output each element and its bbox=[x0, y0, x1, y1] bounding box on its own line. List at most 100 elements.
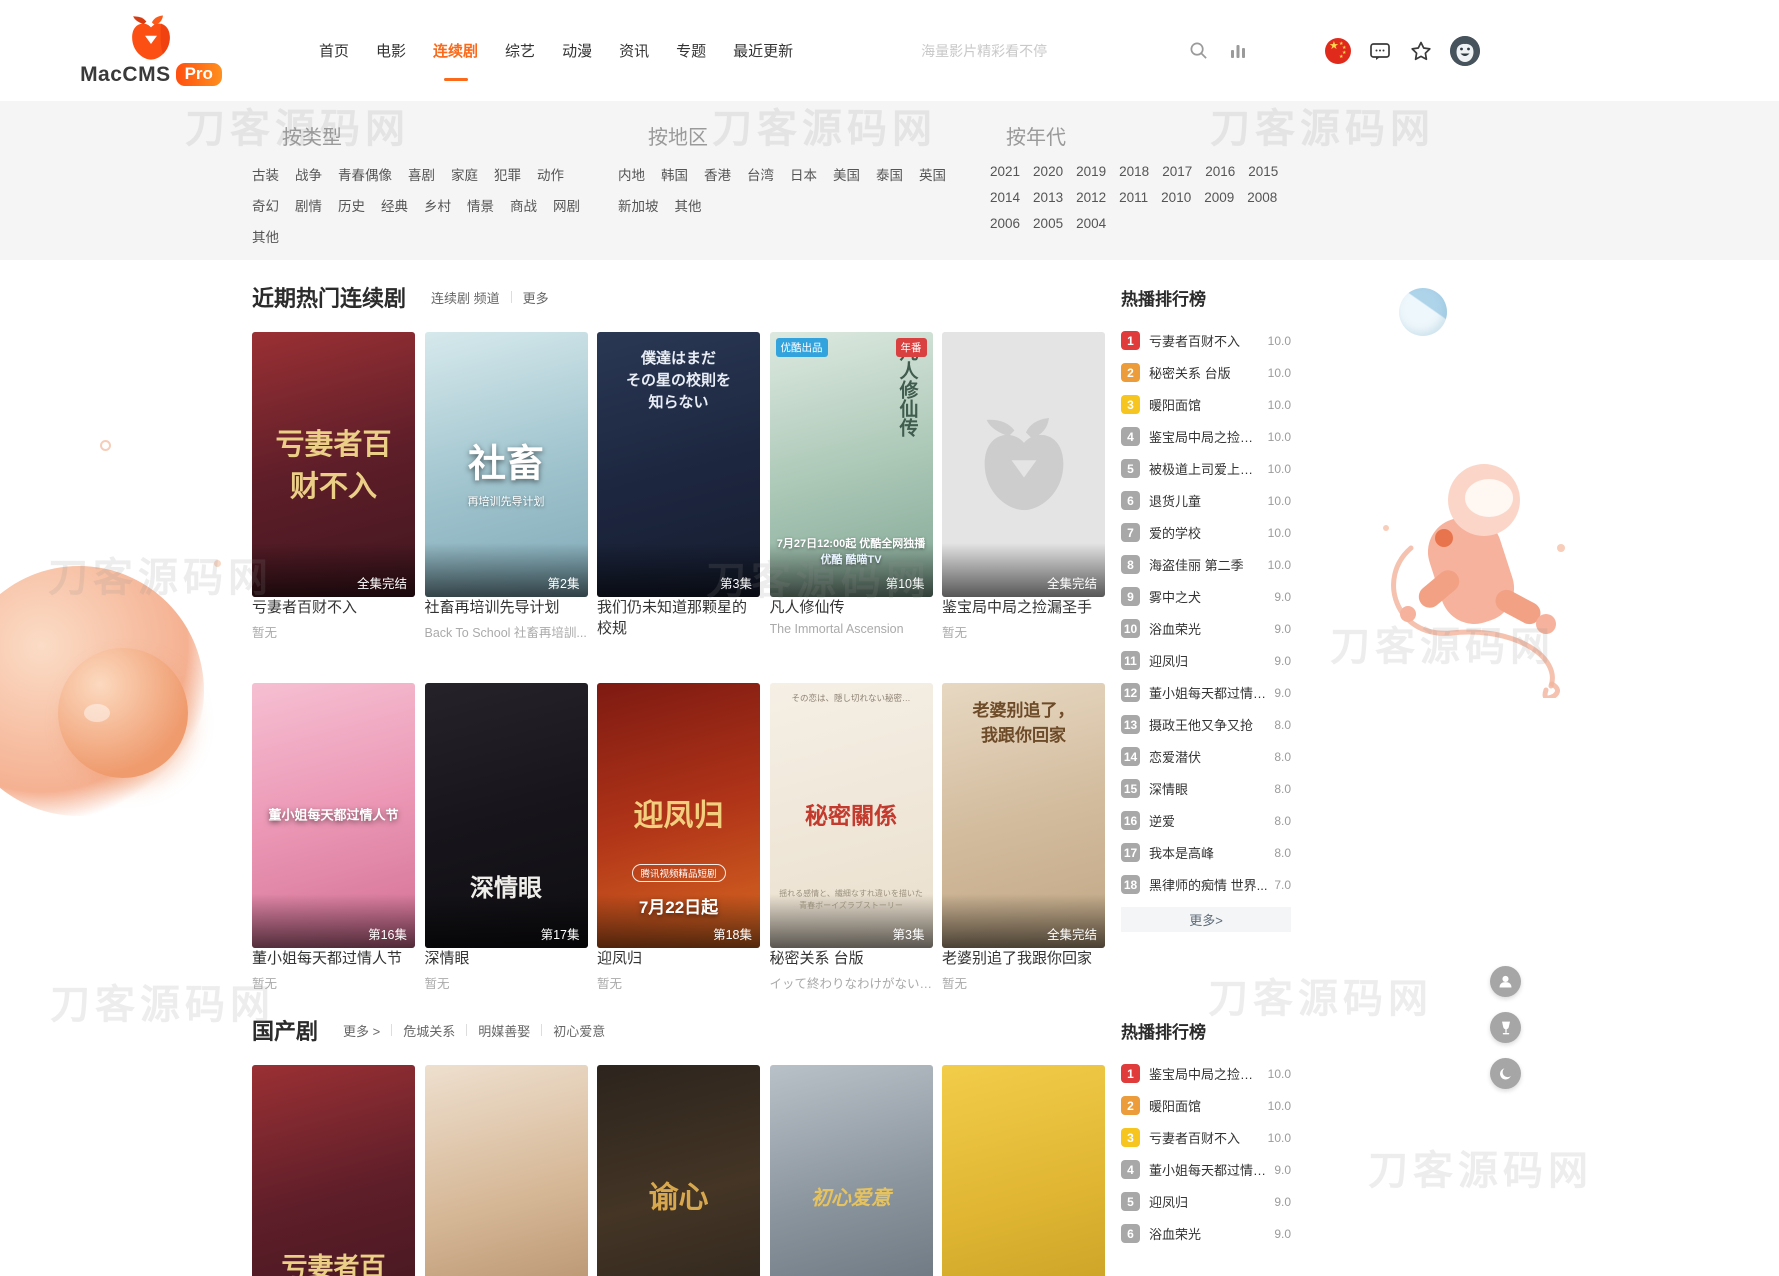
series-card[interactable]: 全集完结鉴宝局中局之捡漏圣手暂无 bbox=[942, 332, 1105, 659]
filter-tag[interactable]: 网剧 bbox=[553, 195, 580, 215]
rank-item[interactable]: 3亏妻者百财不入10.0 bbox=[1121, 1128, 1291, 1147]
card-title[interactable]: 老婆别追了我跟你回家 bbox=[942, 950, 1092, 967]
filter-tag[interactable]: 2011 bbox=[1119, 190, 1148, 205]
rank-item[interactable]: 14恋爱潜伏8.0 bbox=[1121, 747, 1291, 766]
section-link[interactable]: 连续剧 频道 bbox=[420, 288, 511, 307]
rank-item[interactable]: 15深情眼8.0 bbox=[1121, 779, 1291, 798]
filter-tag[interactable]: 历史 bbox=[338, 195, 365, 215]
filter-tag[interactable]: 美国 bbox=[833, 164, 860, 184]
poster[interactable]: 老婆别追了， 我跟你回家全集完结 bbox=[942, 683, 1105, 948]
filter-tag[interactable]: 家庭 bbox=[451, 164, 478, 184]
card-title[interactable]: 深情眼 bbox=[425, 950, 470, 967]
filter-tag[interactable]: 其他 bbox=[675, 195, 702, 215]
rank-item[interactable]: 2暖阳面馆10.0 bbox=[1121, 1096, 1291, 1115]
filter-tag[interactable]: 犯罪 bbox=[494, 164, 521, 184]
section-link[interactable]: 初心爱意 bbox=[542, 1021, 616, 1040]
filter-tag[interactable]: 青春偶像 bbox=[338, 164, 392, 184]
filter-tag[interactable]: 2017 bbox=[1162, 164, 1192, 179]
series-card[interactable] bbox=[942, 1065, 1105, 1276]
rank-item[interactable]: 13摄政王他又争又抢8.0 bbox=[1121, 715, 1291, 734]
poster[interactable]: 迎凤归腾讯视频精品短剧7月22日起第18集 bbox=[597, 683, 760, 948]
nav-item-6[interactable]: 资讯 bbox=[619, 34, 649, 67]
poster[interactable]: 深情眼第17集 bbox=[425, 683, 588, 948]
favorite-star-icon[interactable] bbox=[1409, 39, 1433, 63]
rank-item[interactable]: 10浴血荣光9.0 bbox=[1121, 619, 1291, 638]
series-card[interactable] bbox=[425, 1065, 588, 1276]
filter-tag[interactable]: 乡村 bbox=[424, 195, 451, 215]
section-link[interactable]: 更多 > bbox=[332, 1021, 391, 1040]
filter-tag[interactable]: 2008 bbox=[1247, 190, 1277, 205]
filter-tag[interactable]: 2018 bbox=[1119, 164, 1149, 179]
series-card[interactable]: 老婆别追了， 我跟你回家全集完结老婆别追了我跟你回家暂无 bbox=[942, 683, 1105, 989]
filter-tag[interactable]: 2016 bbox=[1205, 164, 1235, 179]
nav-item-3[interactable]: 连续剧 bbox=[433, 34, 478, 67]
rank-item[interactable]: 5被极道上司爱上以后10.0 bbox=[1121, 459, 1291, 478]
filter-tag[interactable]: 2004 bbox=[1076, 216, 1106, 231]
filter-tag[interactable]: 其他 bbox=[252, 226, 279, 246]
filter-tag[interactable]: 2010 bbox=[1161, 190, 1191, 205]
series-card[interactable]: 迎凤归腾讯视频精品短剧7月22日起第18集迎凤归暂无 bbox=[597, 683, 760, 989]
rank-item[interactable]: 11迎凤归9.0 bbox=[1121, 651, 1291, 670]
filter-tag[interactable]: 2015 bbox=[1248, 164, 1278, 179]
rank-item[interactable]: 6浴血荣光9.0 bbox=[1121, 1224, 1291, 1243]
poster[interactable]: 社畜再培训先导计划第2集 bbox=[425, 332, 588, 597]
series-card[interactable]: その恋は、隠し切れない秘密…秘密關係揺れる感情と、繊細なすれ違いを描いた 青春ボ… bbox=[770, 683, 933, 989]
stats-icon[interactable] bbox=[1230, 43, 1246, 59]
series-card[interactable]: 僕達はまだ その星の校則を 知らない第3集我们仍未知道那颗星的校规 bbox=[597, 332, 760, 659]
filter-tag[interactable]: 日本 bbox=[790, 164, 817, 184]
rank-item[interactable]: 18黑律师的痴情 世界...7.0 bbox=[1121, 875, 1291, 894]
filter-tag[interactable]: 2019 bbox=[1076, 164, 1106, 179]
filter-tag[interactable]: 2009 bbox=[1204, 190, 1234, 205]
filter-tag[interactable]: 2014 bbox=[990, 190, 1020, 205]
poster[interactable]: 僕達はまだ その星の校則を 知らない第3集 bbox=[597, 332, 760, 597]
poster[interactable]: 亏妻者百 财不入全集完结 bbox=[252, 332, 415, 597]
filter-tag[interactable]: 动作 bbox=[537, 164, 564, 184]
rank-item[interactable]: 1亏妻者百财不入10.0 bbox=[1121, 331, 1291, 350]
card-title[interactable]: 董小姐每天都过情人节 bbox=[252, 950, 402, 967]
rank-item[interactable]: 6退货儿童10.0 bbox=[1121, 491, 1291, 510]
wine-glass-button[interactable] bbox=[1490, 1012, 1521, 1043]
rank-item[interactable]: 4董小姐每天都过情人节9.0 bbox=[1121, 1160, 1291, 1179]
filter-tag[interactable]: 奇幻 bbox=[252, 195, 279, 215]
series-card[interactable]: 亏妻者百 财不入全集完结亏妻者百财不入暂无 bbox=[252, 332, 415, 659]
card-title[interactable]: 鉴宝局中局之捡漏圣手 bbox=[942, 599, 1092, 616]
card-title[interactable]: 我们仍未知道那颗星的校规 bbox=[597, 599, 747, 637]
rank-item[interactable]: 16逆爱8.0 bbox=[1121, 811, 1291, 830]
card-title[interactable]: 迎凤归 bbox=[597, 950, 642, 967]
poster[interactable]: 亏妻者百 bbox=[252, 1065, 415, 1276]
poster[interactable] bbox=[425, 1065, 588, 1276]
section-link[interactable]: 明媒善娶 bbox=[467, 1021, 541, 1040]
nav-item-2[interactable]: 电影 bbox=[376, 34, 406, 67]
section-link[interactable]: 更多 bbox=[512, 288, 560, 307]
filter-tag[interactable]: 2020 bbox=[1033, 164, 1063, 179]
china-flag-icon[interactable]: ★ ★ ★ ★ ★ bbox=[1325, 38, 1351, 64]
customer-service-button[interactable] bbox=[1490, 966, 1521, 997]
rank-item[interactable]: 2秘密关系 台版10.0 bbox=[1121, 363, 1291, 382]
filter-tag[interactable]: 古装 bbox=[252, 164, 279, 184]
poster[interactable]: 董小姐每天都过情人节第16集 bbox=[252, 683, 415, 948]
nav-item-1[interactable]: 首页 bbox=[319, 34, 349, 67]
series-card[interactable]: 亏妻者百 bbox=[252, 1065, 415, 1276]
poster[interactable]: その恋は、隠し切れない秘密…秘密關係揺れる感情と、繊細なすれ違いを描いた 青春ボ… bbox=[770, 683, 933, 948]
rank-item[interactable]: 1鉴宝局中局之捡漏...10.0 bbox=[1121, 1064, 1291, 1083]
rank-more-button[interactable]: 更多> bbox=[1121, 907, 1291, 932]
filter-tag[interactable]: 韩国 bbox=[661, 164, 688, 184]
filter-tag[interactable]: 喜剧 bbox=[408, 164, 435, 184]
site-logo[interactable]: MacCMS Pro bbox=[85, 15, 217, 87]
avatar[interactable] bbox=[1450, 36, 1480, 66]
search-input[interactable] bbox=[921, 43, 1189, 59]
rank-item[interactable]: 17我本是高峰8.0 bbox=[1121, 843, 1291, 862]
filter-tag[interactable]: 泰国 bbox=[876, 164, 903, 184]
series-card[interactable]: 社畜再培训先导计划第2集社畜再培训先导计划Back To School 社畜再培… bbox=[425, 332, 588, 659]
filter-tag[interactable]: 2021 bbox=[990, 164, 1020, 179]
card-title[interactable]: 亏妻者百财不入 bbox=[252, 599, 357, 616]
nav-item-8[interactable]: 最近更新 bbox=[733, 34, 793, 67]
card-title[interactable]: 凡人修仙传 bbox=[770, 599, 845, 616]
search-icon[interactable] bbox=[1189, 41, 1208, 60]
rank-item[interactable]: 8海盗佳丽 第二季10.0 bbox=[1121, 555, 1291, 574]
poster[interactable] bbox=[942, 1065, 1105, 1276]
poster[interactable]: 优酷出品年番凡人修仙传7月27日12:00起 优酷全网独播优酷 酷喵TV第10集 bbox=[770, 332, 933, 597]
filter-tag[interactable]: 2005 bbox=[1033, 216, 1063, 231]
rank-item[interactable]: 7爱的学校10.0 bbox=[1121, 523, 1291, 542]
filter-tag[interactable]: 商战 bbox=[510, 195, 537, 215]
